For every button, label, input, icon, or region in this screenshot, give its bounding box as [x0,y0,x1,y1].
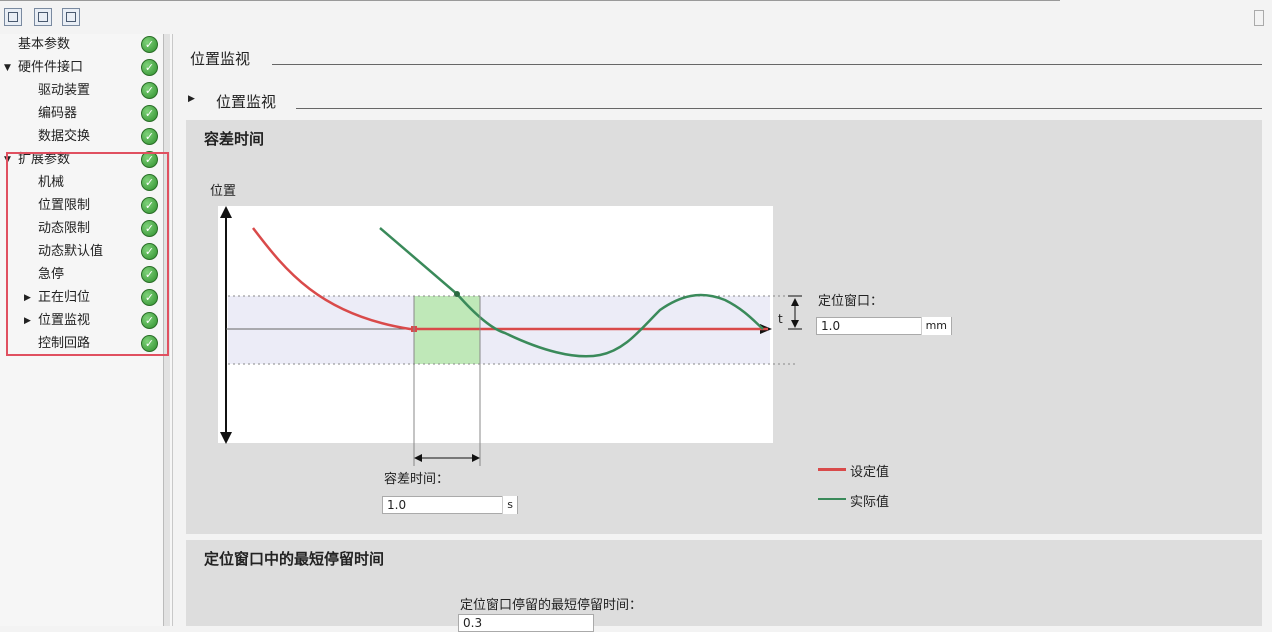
tolerance-input[interactable]: 1.0 s [382,496,518,514]
window-input[interactable]: 1.0 mm [816,317,952,335]
legend-setpoint-label: 设定值 [850,465,890,480]
legend-actual-label: 实际值 [850,495,890,510]
tolerance-unit: s [502,496,517,514]
legend-actual-swatch [818,498,846,500]
dwell-value: 0.3 [463,616,483,630]
entry-point [454,291,460,297]
legend-setpoint-swatch [818,468,846,471]
y-axis-arrow-up [220,206,232,218]
dwell-input[interactable]: 0.3 [458,614,594,632]
tolerance-label: 容差时间： [384,472,450,487]
dwell-panel-title: 定位窗口中的最短停留时间 [204,550,385,568]
position-diagram [220,206,802,466]
window-label: 定位窗口： [818,294,884,309]
dwell-label: 定位窗口停留的最短停留时间： [460,598,643,613]
window-value: 1.0 [821,319,841,333]
window-unit: mm [920,317,951,335]
tolerance-value: 1.0 [387,498,407,512]
y-axis-arrow-down [220,432,232,444]
t-marker: t [778,312,783,326]
